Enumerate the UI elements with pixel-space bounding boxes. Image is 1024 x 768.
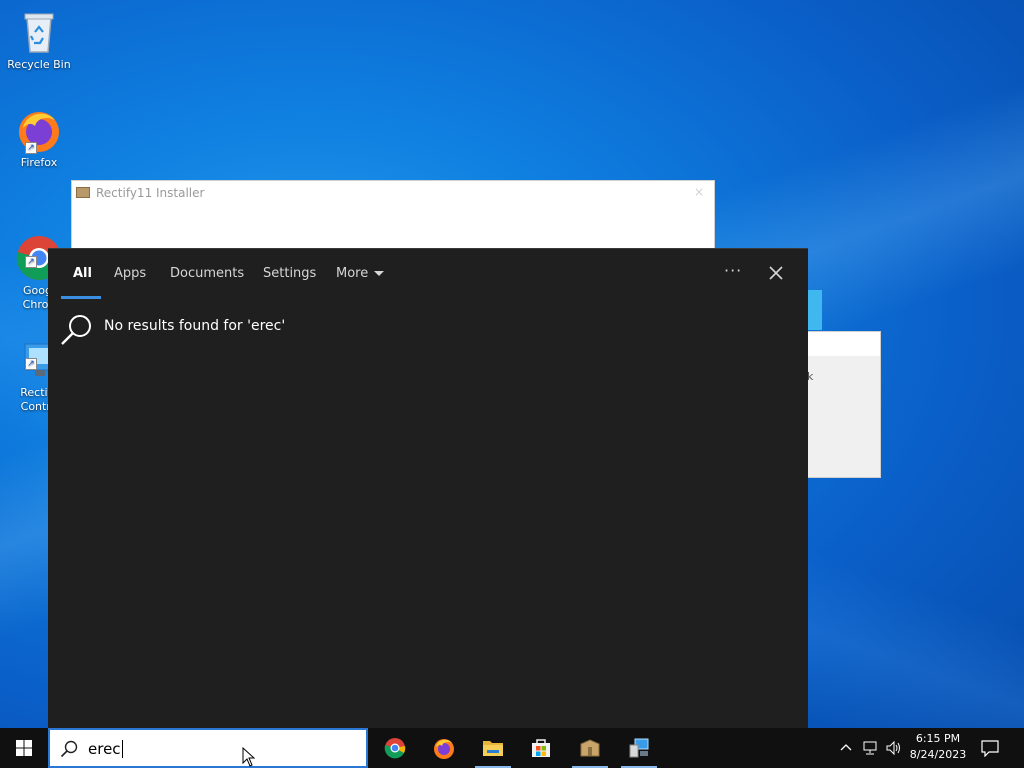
- desktop-icon-firefox[interactable]: ↗ Firefox: [4, 106, 74, 170]
- active-tab-indicator: [61, 296, 101, 299]
- shortcut-arrow-icon: ↗: [25, 142, 37, 154]
- tab-documents[interactable]: Documents: [170, 266, 244, 281]
- search-icon: [61, 315, 91, 345]
- network-icon: [863, 741, 877, 755]
- desktop-icon-label: Firefox: [20, 156, 58, 169]
- search-panel: All Apps Documents Settings More ··· No …: [48, 248, 808, 728]
- shortcut-arrow-icon: ↗: [25, 256, 37, 268]
- more-options-button[interactable]: ···: [724, 261, 742, 280]
- windows-logo-icon: [16, 740, 32, 756]
- start-button[interactable]: [0, 728, 48, 768]
- desktop-icon-recycle-bin[interactable]: Recycle Bin: [4, 8, 74, 72]
- taskbar-chrome[interactable]: [371, 728, 419, 768]
- installer-window[interactable]: Rectify11 Installer ×: [71, 180, 715, 250]
- tab-more[interactable]: More: [336, 266, 385, 281]
- tab-apps[interactable]: Apps: [114, 266, 146, 281]
- recycle-bin-icon: [15, 8, 63, 56]
- no-results-text: No results found for 'erec': [104, 318, 286, 334]
- search-icon: [60, 740, 78, 758]
- desktop-icon-label: Recycle Bin: [7, 58, 71, 71]
- tab-all[interactable]: All: [73, 266, 92, 281]
- close-icon: [769, 266, 783, 280]
- taskbar: erec 6:15 PM 8/24/2023: [0, 728, 1024, 768]
- clock-time: 6:15 PM: [915, 732, 961, 745]
- taskbar-installer[interactable]: [566, 728, 614, 768]
- window-title: Rectify11 Installer: [96, 186, 205, 200]
- taskbar-control-panel[interactable]: [615, 728, 663, 768]
- action-center-button[interactable]: [980, 739, 1000, 758]
- network-button[interactable]: [863, 740, 879, 756]
- microsoft-store-icon: [532, 739, 550, 757]
- firefox-icon: [434, 739, 454, 759]
- installer-app-icon: [76, 187, 90, 198]
- installer-package-icon: [580, 739, 600, 757]
- shortcut-arrow-icon: ↗: [25, 358, 37, 370]
- volume-button[interactable]: [886, 740, 902, 756]
- background-dialog[interactable]: k: [806, 331, 881, 478]
- control-panel-icon: [629, 738, 649, 758]
- search-tabs: All Apps Documents Settings More: [48, 249, 808, 301]
- firefox-icon: ↗: [15, 106, 63, 154]
- speaker-icon: [886, 740, 900, 756]
- installer-close-button[interactable]: ×: [694, 185, 704, 199]
- close-button[interactable]: [766, 263, 786, 283]
- file-explorer-icon: [483, 741, 503, 756]
- clock[interactable]: 6:15 PM 8/24/2023: [906, 731, 970, 763]
- taskbar-microsoft-store[interactable]: [517, 728, 565, 768]
- dialog-header: [807, 332, 880, 356]
- mouse-cursor-icon: [242, 747, 256, 767]
- chevron-up-icon: [840, 744, 852, 751]
- chrome-icon: [384, 738, 406, 759]
- clock-date: 8/24/2023: [909, 748, 967, 761]
- show-hidden-icons-button[interactable]: [838, 740, 854, 756]
- taskbar-file-explorer[interactable]: [469, 728, 517, 768]
- search-query-text: erec: [88, 740, 123, 758]
- chevron-down-icon: [374, 271, 385, 276]
- tab-more-label: More: [336, 266, 369, 281]
- taskbar-search-input[interactable]: erec: [48, 728, 368, 768]
- tab-settings[interactable]: Settings: [263, 266, 316, 281]
- taskbar-firefox[interactable]: [420, 728, 468, 768]
- notification-icon: [981, 740, 999, 758]
- background-window-edge: [806, 290, 822, 330]
